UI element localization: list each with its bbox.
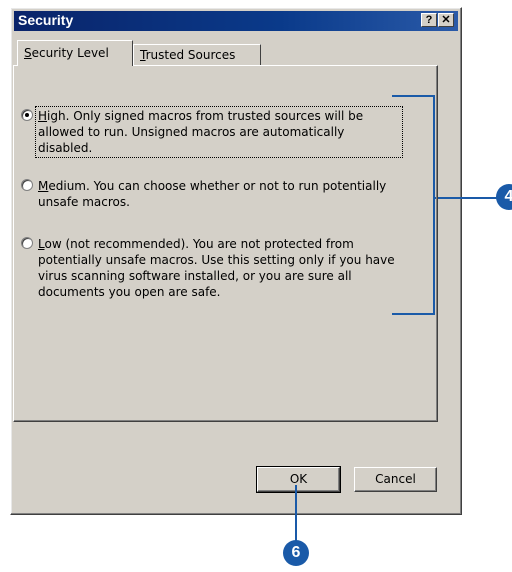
callout-step-4: 4 [496, 184, 512, 210]
ok-button[interactable]: OK [256, 466, 341, 493]
tab-security-level-mnemonic: S [24, 46, 32, 60]
annotation-connector-line [435, 197, 499, 199]
callout-step-6: 6 [283, 540, 309, 566]
tab-trusted-sources-label: rusted Sources [145, 48, 236, 62]
tab-trusted-sources[interactable]: Trusted Sources [133, 44, 261, 66]
window-title: Security [18, 12, 74, 28]
tab-security-level[interactable]: Security Level [17, 40, 133, 66]
tab-panel [13, 65, 438, 422]
help-button[interactable]: ? [421, 13, 437, 27]
close-button[interactable]: ✕ [438, 13, 454, 27]
tab-security-level-label: ecurity Level [31, 46, 109, 60]
title-bar[interactable]: Security ? ✕ [14, 11, 458, 31]
cancel-button[interactable]: Cancel [354, 467, 437, 492]
annotation-ok-connector [295, 485, 297, 541]
